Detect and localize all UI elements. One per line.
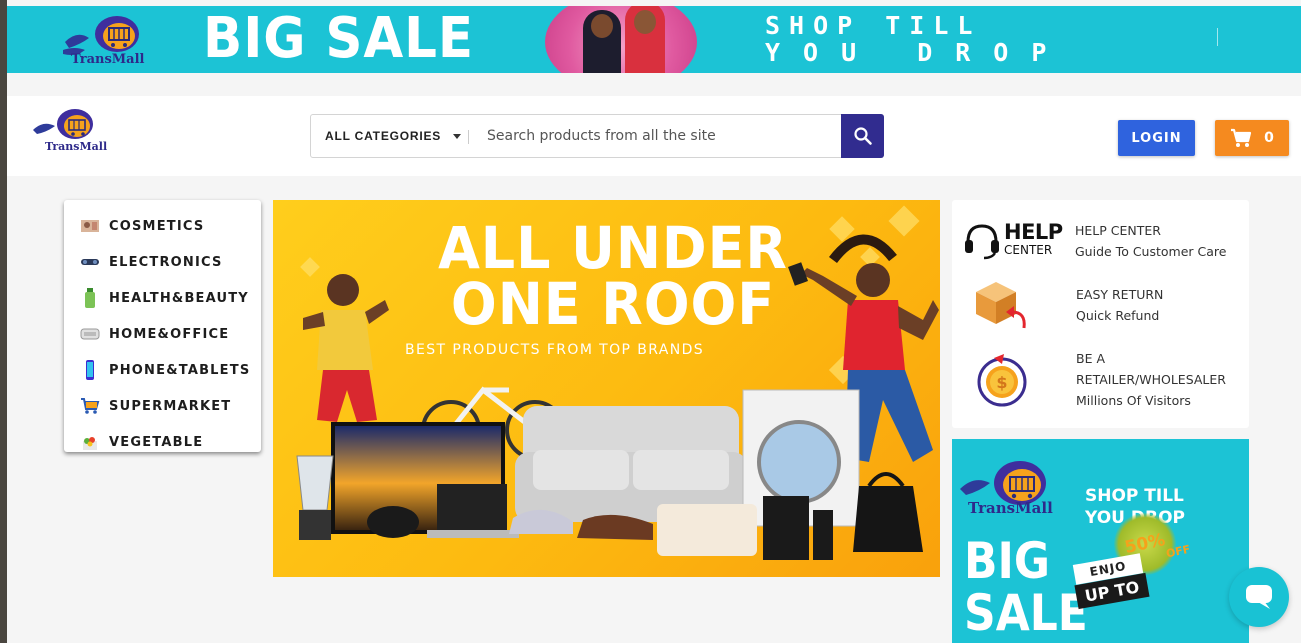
retailer-text: BE A RETAILER/WHOLESALER Millions Of Vis… <box>1076 348 1226 411</box>
site-logo[interactable]: TransMall <box>31 106 107 158</box>
help-badge-small: CENTER <box>1004 243 1053 257</box>
help-subtitle: Guide To Customer Care <box>1075 244 1227 259</box>
category-dropdown-label: ALL CATEGORIES <box>325 129 442 143</box>
cart-button[interactable]: 0 <box>1215 120 1289 156</box>
help-center-icon <box>962 220 1002 265</box>
category-label: COSMETICS <box>109 218 205 234</box>
banner-shoppers-image <box>545 6 697 73</box>
cart-count: 0 <box>1264 130 1274 146</box>
category-item-supermarket[interactable]: SUPERMARKET <box>64 388 261 424</box>
site-header: TransMall ALL CATEGORIES LOGIN 0 <box>7 96 1301 176</box>
category-label: HOME&OFFICE <box>109 326 230 342</box>
category-item-home-office[interactable]: HOME&OFFICE <box>64 316 261 352</box>
return-subtitle: Quick Refund <box>1076 308 1160 323</box>
shopping-cart-icon <box>1231 128 1252 147</box>
promo-big-line1: BIG <box>964 532 1051 590</box>
retailer-title-line1: BE A <box>1076 351 1105 366</box>
promo-big-line2: SALE <box>964 584 1088 642</box>
search-icon <box>853 127 872 145</box>
caret-down-icon <box>453 133 462 139</box>
chat-bubble-icon <box>1246 585 1272 609</box>
category-item-electronics[interactable]: ELECTRONICS <box>64 244 261 280</box>
top-promo-banner[interactable]: TransMall BIG SALE SHOP TILL YOU DROP <box>7 6 1301 73</box>
service-info-panel: HELP CENTER HELP CENTER Guide To Custome… <box>952 200 1249 428</box>
return-box-icon <box>972 278 1032 339</box>
category-label: ELECTRONICS <box>109 254 223 270</box>
retailer-row[interactable]: $ BE A RETAILER/WHOLESALER Millions Of V… <box>952 348 1249 414</box>
easy-return-row[interactable]: EASY RETURN Quick Refund <box>952 282 1249 332</box>
banner-brand-text: TransMall <box>71 52 145 67</box>
help-center-title: HELP CENTER Guide To Customer Care <box>1075 220 1226 262</box>
logo-text: TransMall <box>45 140 108 153</box>
phone-tablets-icon <box>80 360 100 380</box>
home-office-icon <box>80 324 100 344</box>
hero-title: ALL UNDER ONE ROOF <box>325 214 902 338</box>
return-title: EASY RETURN <box>1076 287 1164 302</box>
promo-brand: TransMall <box>968 499 1053 517</box>
side-promo-banner[interactable]: TransMall SHOP TILL YOU DROP 50% OFF BIG… <box>952 439 1249 643</box>
svg-text:$: $ <box>996 373 1007 392</box>
banner-tagline-line2: YOU DROP <box>765 38 1070 67</box>
promo-big-sale: BIG SALE <box>964 535 1088 639</box>
chat-button[interactable] <box>1229 567 1289 627</box>
search-input[interactable] <box>477 115 837 157</box>
retailer-subtitle: Millions Of Visitors <box>1076 393 1191 408</box>
supermarket-icon <box>80 396 100 416</box>
discount-value: 50% <box>1123 529 1167 559</box>
help-title: HELP CENTER <box>1075 223 1161 238</box>
banner-headline: BIG SALE <box>203 6 475 71</box>
help-badge-big: HELP <box>1004 220 1063 244</box>
search-separator <box>468 130 469 144</box>
hero-subtitle: BEST PRODUCTS FROM TOP BRANDS <box>405 342 705 358</box>
category-label: PHONE&TABLETS <box>109 362 251 378</box>
cosmetics-icon <box>80 216 100 236</box>
promo-shop-line1: SHOP TILL <box>1085 486 1184 506</box>
retailer-title-line2: RETAILER/WHOLESALER <box>1076 372 1226 387</box>
coin-cycle-icon: $ <box>974 350 1030 415</box>
search-bar: ALL CATEGORIES <box>310 114 884 158</box>
login-button[interactable]: LOGIN <box>1118 120 1195 156</box>
hero-title-line1: ALL UNDER <box>438 214 788 282</box>
window-edge <box>0 0 7 643</box>
banner-divider <box>1217 28 1218 46</box>
category-label: VEGETABLE <box>109 434 204 450</box>
health-beauty-icon <box>80 288 100 308</box>
electronics-icon <box>80 252 100 272</box>
category-item-vegetable[interactable]: VEGETABLE <box>64 424 261 460</box>
vegetable-icon <box>80 432 100 452</box>
easy-return-text: EASY RETURN Quick Refund <box>1076 284 1163 326</box>
category-label: SUPERMARKET <box>109 398 232 414</box>
category-item-health-beauty[interactable]: HEALTH&BEAUTY <box>64 280 261 316</box>
hero-banner[interactable]: ALL UNDER ONE ROOF BEST PRODUCTS FROM TO… <box>273 200 940 577</box>
category-dropdown[interactable]: ALL CATEGORIES <box>325 115 462 157</box>
hero-title-line2: ONE ROOF <box>450 270 776 338</box>
category-label: HEALTH&BEAUTY <box>109 290 249 306</box>
category-item-cosmetics[interactable]: COSMETICS <box>64 208 261 244</box>
banner-tagline: SHOP TILL YOU DROP <box>765 12 1069 66</box>
help-center-row[interactable]: HELP CENTER HELP CENTER Guide To Custome… <box>952 220 1249 264</box>
search-button[interactable] <box>841 114 884 158</box>
category-menu: COSMETICS ELECTRONICS HEALTH&BEAUTY HOME… <box>64 200 261 452</box>
category-item-phone-tablets[interactable]: PHONE&TABLETS <box>64 352 261 388</box>
banner-tagline-line1: SHOP TILL <box>765 11 982 40</box>
